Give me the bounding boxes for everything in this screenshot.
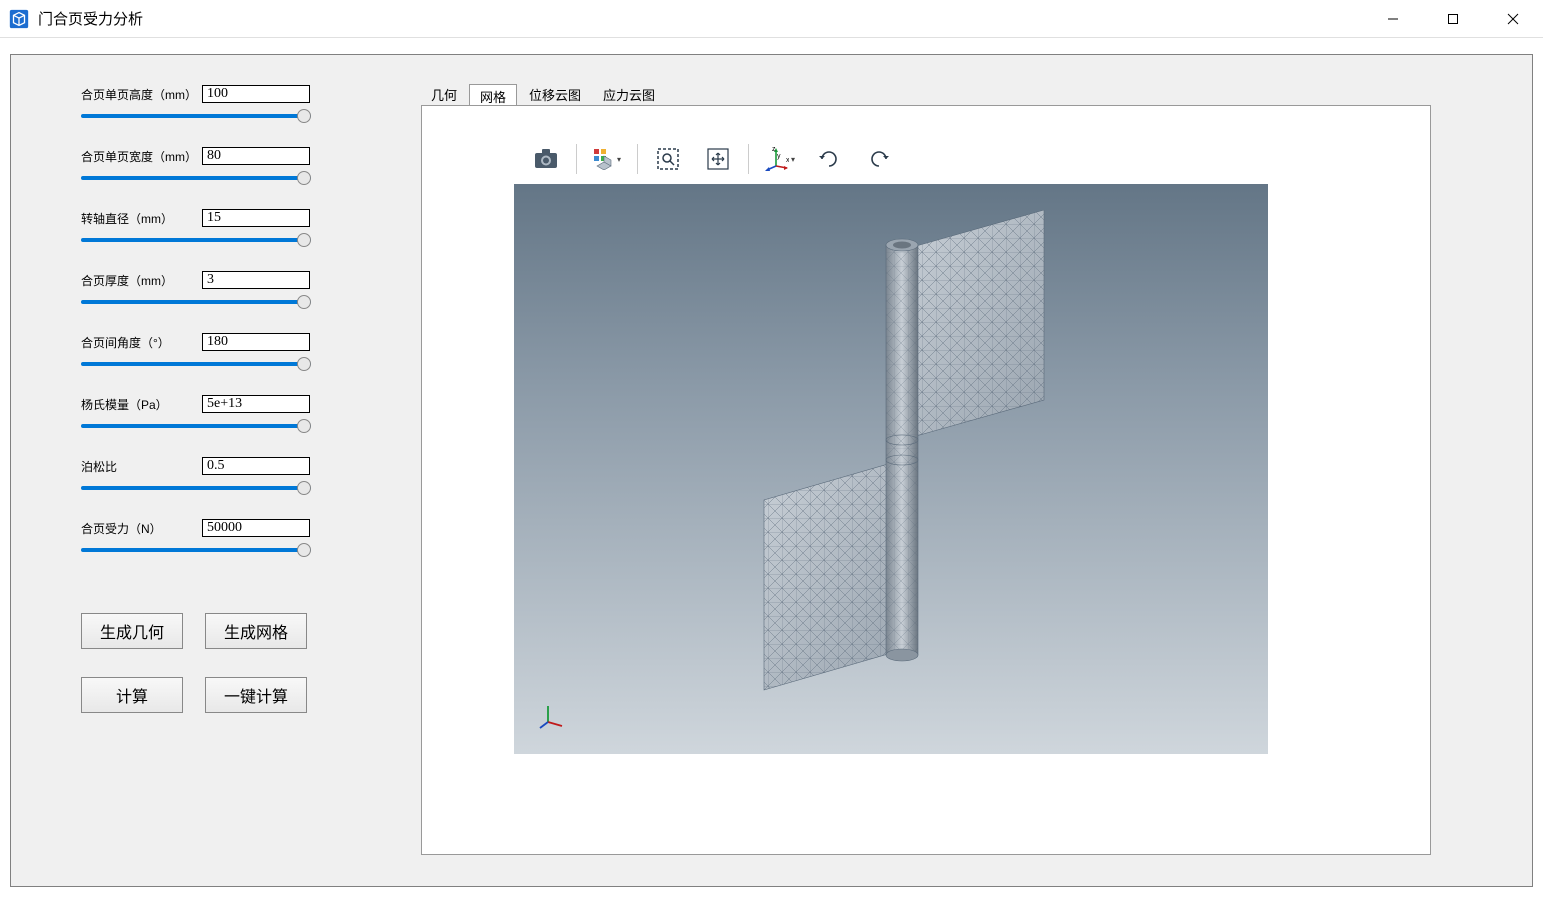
param-slider-thickness[interactable]: [81, 300, 311, 304]
param-input-pin-diameter[interactable]: [202, 209, 310, 227]
param-label: 合页单页宽度（mm）: [81, 148, 196, 165]
chevron-down-icon: ▾: [617, 155, 621, 164]
app-title: 门合页受力分析: [38, 8, 143, 29]
param-label: 转轴直径（mm）: [81, 210, 196, 227]
toolbar-separator: [637, 144, 638, 174]
tab-displacement[interactable]: 位移云图: [519, 83, 591, 107]
orientation-triad-icon: [538, 700, 568, 730]
param-leaf-width: 合页单页宽度（mm）: [81, 147, 341, 185]
pan-icon[interactable]: [698, 139, 738, 179]
param-input-angle[interactable]: [202, 333, 310, 351]
close-button[interactable]: [1483, 0, 1543, 38]
param-input-leaf-height[interactable]: [202, 85, 310, 103]
param-label: 泊松比: [81, 458, 196, 475]
param-leaf-height: 合页单页高度（mm）: [81, 85, 341, 123]
param-label: 合页厚度（mm）: [81, 272, 196, 289]
param-input-force[interactable]: [202, 519, 310, 537]
param-label: 合页间角度（°）: [81, 334, 196, 351]
view-mode-icon[interactable]: ▾: [587, 139, 627, 179]
param-input-youngs-modulus[interactable]: [202, 395, 310, 413]
viewport-toolbar: ▾ x zy ▾: [514, 134, 1268, 184]
view-tabbar: 几何 网格 位移云图 应力云图: [421, 83, 665, 107]
toolbar-separator: [576, 144, 577, 174]
tab-geometry[interactable]: 几何: [421, 83, 467, 107]
param-slider-angle[interactable]: [81, 362, 311, 366]
param-thickness: 合页厚度（mm）: [81, 271, 341, 309]
param-input-thickness[interactable]: [202, 271, 310, 289]
generate-geometry-button[interactable]: 生成几何: [81, 613, 183, 649]
window-controls: [1363, 0, 1543, 38]
maximize-button[interactable]: [1423, 0, 1483, 38]
screenshot-icon[interactable]: [526, 139, 566, 179]
minimize-button[interactable]: [1363, 0, 1423, 38]
param-input-leaf-width[interactable]: [202, 147, 310, 165]
param-slider-poisson-ratio[interactable]: [81, 486, 311, 490]
tab-stress[interactable]: 应力云图: [593, 83, 665, 107]
title-bar: 门合页受力分析: [0, 0, 1543, 38]
param-label: 合页受力（N）: [81, 520, 196, 537]
param-pin-diameter: 转轴直径（mm）: [81, 209, 341, 247]
zoom-fit-icon[interactable]: [648, 139, 688, 179]
param-angle: 合页间角度（°）: [81, 333, 341, 371]
rotate-cw-icon[interactable]: [809, 139, 849, 179]
param-poisson-ratio: 泊松比: [81, 457, 341, 495]
action-button-grid: 生成几何 生成网格 计算 一键计算: [81, 613, 307, 713]
param-slider-leaf-width[interactable]: [81, 176, 311, 180]
viewer-panel: ▾ x zy ▾: [421, 105, 1431, 855]
app-icon: [8, 8, 30, 30]
param-label: 杨氏模量（Pa）: [81, 396, 196, 413]
svg-text:z: z: [772, 146, 776, 153]
generate-mesh-button[interactable]: 生成网格: [205, 613, 307, 649]
svg-text:x: x: [786, 157, 789, 164]
param-force: 合页受力（N）: [81, 519, 341, 557]
param-youngs-modulus: 杨氏模量（Pa）: [81, 395, 341, 433]
param-label: 合页单页高度（mm）: [81, 86, 196, 103]
compute-button[interactable]: 计算: [81, 677, 183, 713]
main-frame: 合页单页高度（mm） 合页单页宽度（mm） 转轴直径（mm） 合页厚度（mm）: [10, 54, 1533, 887]
param-slider-youngs-modulus[interactable]: [81, 424, 311, 428]
toolbar-separator: [748, 144, 749, 174]
rotate-ccw-icon[interactable]: [859, 139, 899, 179]
param-slider-leaf-height[interactable]: [81, 114, 311, 118]
mesh-model: [754, 210, 1054, 710]
axes-icon[interactable]: x zy ▾: [759, 139, 799, 179]
param-input-poisson-ratio[interactable]: [202, 457, 310, 475]
param-slider-force[interactable]: [81, 548, 311, 552]
chevron-down-icon: ▾: [791, 155, 795, 164]
parameter-panel: 合页单页高度（mm） 合页单页宽度（mm） 转轴直径（mm） 合页厚度（mm）: [81, 85, 341, 581]
param-slider-pin-diameter[interactable]: [81, 238, 311, 242]
one-click-compute-button[interactable]: 一键计算: [205, 677, 307, 713]
svg-text:y: y: [777, 153, 781, 160]
viewport-3d[interactable]: ▾ x zy ▾: [514, 134, 1268, 754]
